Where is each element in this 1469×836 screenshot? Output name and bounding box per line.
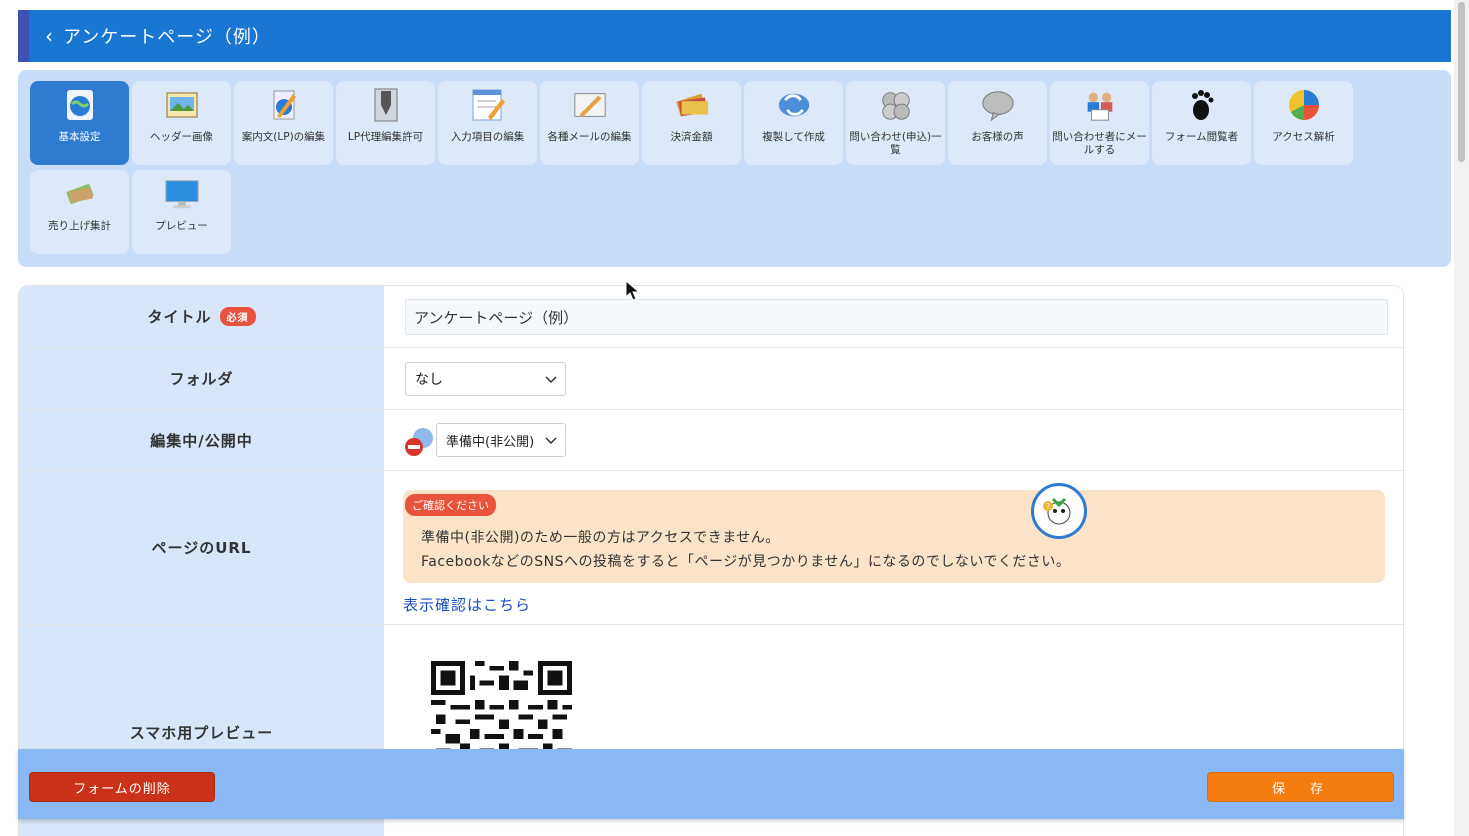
duplicate-icon [776,87,812,123]
scrollbar-thumb[interactable] [1458,2,1465,162]
delete-form-button[interactable]: フォームの削除 [29,772,215,802]
tool-duplicate[interactable]: 複製して作成 [744,81,843,165]
display-check-link[interactable]: 表示確認はこちら [403,594,531,615]
speech-bubble-icon [980,87,1016,123]
folder-label: フォルダ [19,348,384,409]
footprint-icon [1184,87,1220,123]
feature-toolbar: 基本設定 ヘッダー画像 案内文(LP)の編集 LP代理編集許可 入力項目の編集 [18,70,1451,267]
status-label: 編集中/公開中 [19,410,384,470]
tool-mail-edit[interactable]: 各種メールの編集 [540,81,639,165]
inquiry-list-icon [878,87,914,123]
page-title: アンケートページ（例） [63,27,271,48]
notice-line-1: 準備中(非公開)のため一般の方はアクセスできません。 [421,530,780,546]
image-icon [164,87,200,123]
tool-access-analysis[interactable]: アクセス解析 [1254,81,1353,165]
tool-basic-settings[interactable]: 基本設定 [30,81,129,165]
row-status: 編集中/公開中 準備中(非公開) [19,410,1403,471]
mouse-cursor-icon [625,279,641,306]
tool-input-fields[interactable]: 入力項目の編集 [438,81,537,165]
folder-select[interactable]: なし [405,362,566,396]
tool-mail-inquirers[interactable]: 問い合わせ者にメールする [1050,81,1149,165]
tool-header-image[interactable]: ヘッダー画像 [132,81,231,165]
status-select[interactable]: 準備中(非公開) [436,423,566,457]
chevron-down-icon [545,437,557,445]
action-bar: フォームの削除 保 存 [18,749,1404,819]
tool-inquiry-list[interactable]: 問い合わせ(申込)一覧 [846,81,945,165]
required-badge: 必須 [219,307,256,326]
row-page-url: ページのURL ご確認ください 準備中(非公開)のため一般の方はアクセスできませ… [19,471,1403,625]
mascot-icon: ? [1031,483,1087,539]
tool-sales-total[interactable]: 売り上げ集計 [30,170,129,254]
notice-tag: ご確認ください [405,494,496,516]
credit-card-icon [674,87,710,123]
tool-payment[interactable]: 決済金額 [642,81,741,165]
chevron-left-icon[interactable]: ‹ [45,24,53,48]
pencil-doc-icon [266,87,302,123]
title-input[interactable]: アンケートページ（例） [405,299,1388,335]
tool-preview[interactable]: プレビュー [132,170,231,254]
mail-edit-icon [572,87,608,123]
tool-lp-edit[interactable]: 案内文(LP)の編集 [234,81,333,165]
page-scrollbar[interactable] [1454,0,1469,836]
private-status-icon [403,426,433,456]
pie-chart-icon [1286,87,1322,123]
svg-text:?: ? [1046,502,1050,511]
tool-lp-proxy[interactable]: LP代理編集許可 [336,81,435,165]
tool-customer-voice[interactable]: お客様の声 [948,81,1047,165]
notice-line-2: FacebookなどのSNSへの投稿をすると「ページが見つかりません」になるので… [421,554,1071,570]
page-url-label: ページのURL [19,471,384,624]
monitor-icon [164,176,200,212]
save-button[interactable]: 保 存 [1207,772,1394,802]
globe-icon [62,87,98,123]
row-folder: フォルダ なし [19,348,1403,410]
title-label: タイトル 必須 [19,286,384,347]
edit-form-icon [470,87,506,123]
row-title: タイトル 必須 アンケートページ（例） [19,286,1403,348]
mail-people-icon [1082,87,1118,123]
notice-box: ご確認ください 準備中(非公開)のため一般の方はアクセスできません。 Faceb… [403,483,1385,583]
tool-form-viewers[interactable]: フォーム閲覧者 [1152,81,1251,165]
money-icon [62,176,98,212]
page-header: ‹ アンケートページ（例） [18,10,1451,62]
chevron-down-icon [545,376,557,384]
pen-nib-icon [368,87,404,123]
